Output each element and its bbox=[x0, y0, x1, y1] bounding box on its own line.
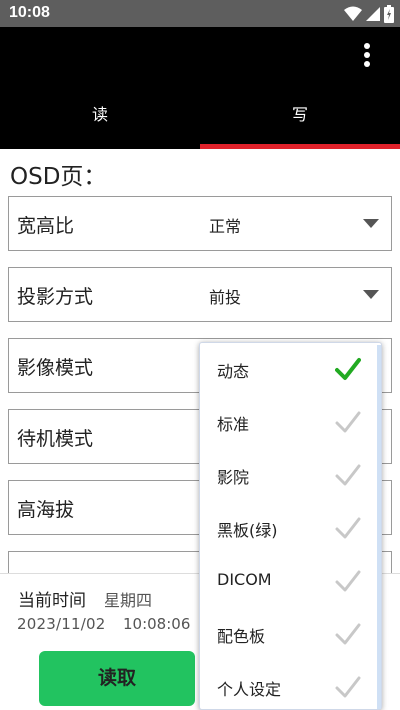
setting-row-projection[interactable]: 投影方式 前投 bbox=[8, 267, 392, 322]
chevron-down-icon[interactable] bbox=[363, 219, 379, 228]
setting-row-aspect-ratio[interactable]: 宽高比 正常 bbox=[8, 196, 392, 251]
date-text: 2023/11/02 bbox=[17, 615, 106, 633]
setting-label: 宽高比 bbox=[17, 215, 75, 237]
setting-label: 高海拔 bbox=[17, 499, 75, 521]
battery-icon bbox=[384, 5, 394, 23]
dropdown-option-cinema[interactable]: 影院 bbox=[200, 449, 378, 502]
wifi-icon bbox=[344, 6, 362, 21]
time-text: 10:08:06 bbox=[123, 615, 191, 633]
option-label: 配色板 bbox=[217, 627, 266, 646]
status-time: 10:08 bbox=[9, 4, 50, 21]
tab-read[interactable]: 读 bbox=[0, 89, 200, 149]
setting-value: 正常 bbox=[209, 217, 242, 236]
image-mode-dropdown: 动态 标准 影院 黑板(绿) DICOM 配色板 个人设定 bbox=[199, 342, 382, 710]
check-icon bbox=[335, 570, 361, 592]
setting-label: 影像模式 bbox=[17, 357, 94, 379]
dropdown-option-blackboard[interactable]: 黑板(绿) bbox=[200, 502, 378, 555]
chevron-down-icon[interactable] bbox=[363, 290, 379, 299]
more-options-icon[interactable] bbox=[362, 43, 372, 73]
check-icon bbox=[335, 358, 361, 380]
current-time-label: 当前时间 bbox=[18, 591, 86, 611]
check-icon bbox=[335, 464, 361, 486]
setting-label: 待机模式 bbox=[17, 428, 94, 450]
status-bar: 10:08 bbox=[0, 0, 400, 27]
read-button[interactable]: 读取 bbox=[39, 651, 195, 706]
weekday-text: 星期四 bbox=[104, 591, 153, 610]
tab-read-label: 读 bbox=[91, 105, 108, 124]
check-icon bbox=[335, 676, 361, 698]
dropdown-option-dicom[interactable]: DICOM bbox=[200, 555, 378, 608]
dropdown-option-dynamic[interactable]: 动态 bbox=[200, 343, 378, 396]
check-icon bbox=[335, 517, 361, 539]
check-icon bbox=[335, 411, 361, 433]
tab-write-label: 写 bbox=[291, 105, 308, 124]
section-title: OSD页： bbox=[10, 164, 107, 190]
option-label: 黑板(绿) bbox=[217, 521, 278, 540]
status-icons bbox=[344, 5, 394, 23]
option-label: 标准 bbox=[217, 415, 250, 434]
tab-write[interactable]: 写 bbox=[200, 89, 400, 149]
option-label: DICOM bbox=[217, 570, 272, 589]
check-icon bbox=[335, 623, 361, 645]
setting-value: 前投 bbox=[209, 288, 242, 307]
option-label: 影院 bbox=[217, 468, 250, 487]
signal-icon bbox=[366, 7, 380, 21]
dropdown-option-color-board[interactable]: 配色板 bbox=[200, 608, 378, 661]
tab-bar: 读 写 bbox=[0, 89, 400, 149]
option-label: 个人设定 bbox=[217, 680, 282, 699]
dropdown-option-custom[interactable]: 个人设定 bbox=[200, 661, 378, 710]
option-label: 动态 bbox=[217, 362, 250, 381]
setting-label: 投影方式 bbox=[17, 286, 94, 308]
app-bar bbox=[0, 27, 400, 89]
dropdown-option-standard[interactable]: 标准 bbox=[200, 396, 378, 449]
